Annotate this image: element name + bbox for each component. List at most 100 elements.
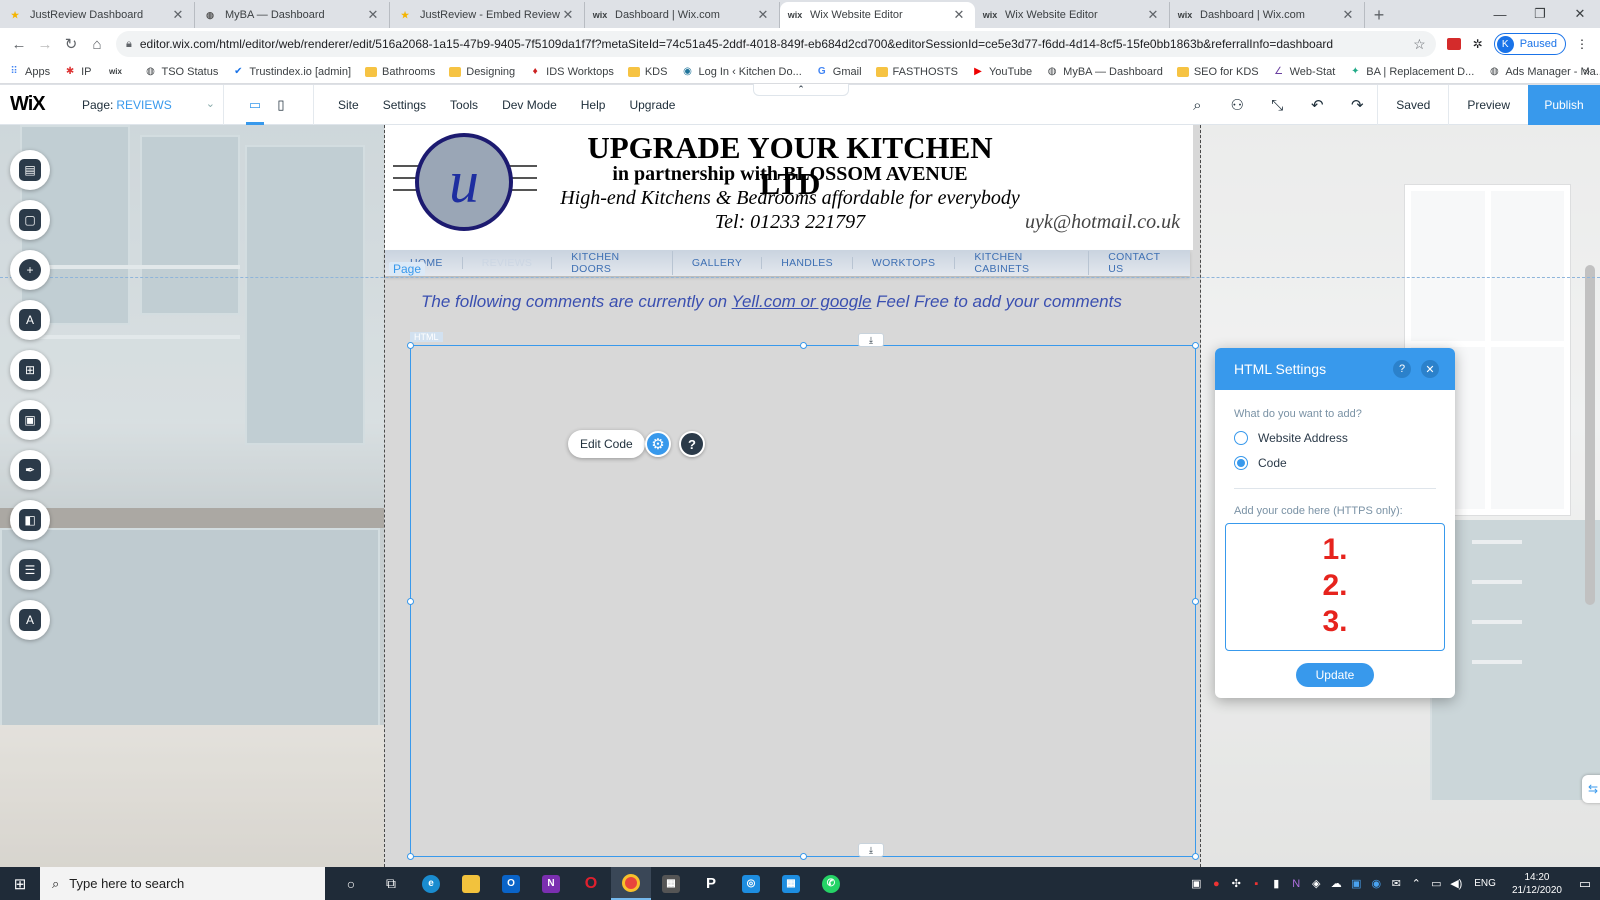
- collapse-toolbar-handle[interactable]: ⌃: [753, 84, 849, 96]
- bookmark-kds[interactable]: KDS: [627, 66, 667, 78]
- close-tab-icon[interactable]: ✕: [1145, 7, 1161, 23]
- wix-logo[interactable]: WiX: [0, 93, 64, 116]
- bookmark-trustindex[interactable]: ✔ Trustindex.io [admin]: [232, 66, 351, 78]
- yell-google-link[interactable]: Yell.com or google: [732, 292, 872, 311]
- back-arrow-icon[interactable]: ←: [6, 31, 32, 57]
- comments-intro-text[interactable]: The following comments are currently on …: [421, 292, 1201, 312]
- resize-handle[interactable]: [1192, 342, 1199, 349]
- nav-worktops[interactable]: WORKTOPS: [853, 257, 956, 269]
- help-icon[interactable]: ?: [1393, 360, 1411, 378]
- volume-icon[interactable]: ◀): [1448, 877, 1464, 890]
- calculator-icon[interactable]: ▦: [651, 867, 691, 900]
- nav-handles[interactable]: HANDLES: [762, 257, 853, 269]
- profile-button[interactable]: K Paused: [1493, 33, 1566, 55]
- site-header[interactable]: u UPGRADE YOUR KITCHEN LTD in partnershi…: [385, 125, 1193, 250]
- nav-kitchen-doors[interactable]: KITCHEN DOORS: [552, 251, 673, 275]
- resize-handle[interactable]: [407, 598, 414, 605]
- bookmark-star-icon[interactable]: ☆: [1413, 36, 1426, 53]
- opera-icon[interactable]: O: [571, 867, 611, 900]
- pages-menu-icon[interactable]: ▤: [10, 150, 50, 190]
- menu-help[interactable]: Help: [569, 98, 618, 112]
- tray-app-icon[interactable]: ✣: [1228, 877, 1244, 890]
- undo-icon[interactable]: ↶: [1297, 85, 1337, 125]
- file-explorer-icon[interactable]: [451, 867, 491, 900]
- task-view-icon[interactable]: ⧉: [371, 867, 411, 900]
- browser-tab[interactable]: wix Dashboard | Wix.com ✕: [1170, 2, 1365, 28]
- calendar-icon[interactable]: ▦: [771, 867, 811, 900]
- resize-handle[interactable]: [407, 342, 414, 349]
- tray-app-icon[interactable]: ▮: [1268, 877, 1284, 890]
- nav-gallery[interactable]: GALLERY: [673, 257, 763, 269]
- close-window-icon[interactable]: ✕: [1560, 0, 1600, 28]
- publish-button[interactable]: Publish: [1528, 85, 1600, 125]
- bookmark-tso-status[interactable]: ◍ TSO Status: [144, 66, 218, 78]
- language-indicator[interactable]: ENG: [1474, 878, 1496, 889]
- bookmark-apps[interactable]: ⠿ Apps: [8, 66, 50, 78]
- nav-contact-us[interactable]: CONTACT US: [1089, 251, 1190, 275]
- browser-tab[interactable]: ★ JustReview - Embed Reviews On ✕: [390, 2, 585, 28]
- edge-icon[interactable]: e: [411, 867, 451, 900]
- menu-site[interactable]: Site: [326, 98, 371, 112]
- stretch-anchor-icon[interactable]: ⤓: [858, 333, 884, 347]
- close-tab-icon[interactable]: ✕: [755, 7, 771, 23]
- business-tools-icon[interactable]: A: [10, 600, 50, 640]
- nav-kitchen-cabinets[interactable]: KITCHEN CABINETS: [955, 251, 1090, 275]
- notification-center-icon[interactable]: ▭: [1570, 876, 1600, 892]
- site-design-icon[interactable]: ▢: [10, 200, 50, 240]
- html-embed-element[interactable]: [410, 345, 1196, 857]
- theme-fonts-icon[interactable]: A: [10, 300, 50, 340]
- close-tab-icon[interactable]: ✕: [1340, 7, 1356, 23]
- forward-arrow-icon[interactable]: →: [32, 31, 58, 57]
- preview-button[interactable]: Preview: [1448, 85, 1528, 125]
- more-bookmarks-icon[interactable]: »: [1583, 64, 1590, 78]
- canvas-scrollbar[interactable]: [1585, 265, 1595, 605]
- tray-app-icon[interactable]: ✉: [1388, 877, 1404, 890]
- publisher-icon[interactable]: P: [691, 867, 731, 900]
- close-tab-icon[interactable]: ✕: [365, 7, 381, 23]
- bookmark-ids-worktops[interactable]: ♦ IDS Worktops: [529, 66, 614, 78]
- bookmark-fasthosts[interactable]: FASTHOSTS: [875, 66, 958, 78]
- close-tab-icon[interactable]: ✕: [170, 7, 186, 23]
- onedrive-icon[interactable]: ☁: [1328, 877, 1344, 890]
- bookmark-youtube[interactable]: ▶ YouTube: [972, 66, 1032, 78]
- help-icon[interactable]: ?: [679, 431, 705, 457]
- tray-app-icon[interactable]: ◈: [1308, 877, 1324, 890]
- tray-app-icon[interactable]: ◉: [1368, 877, 1384, 890]
- new-tab-button[interactable]: +: [1365, 2, 1393, 28]
- close-tab-icon[interactable]: ✕: [560, 7, 576, 23]
- browser-tab[interactable]: wix Dashboard | Wix.com ✕: [585, 2, 780, 28]
- settings-gear-icon[interactable]: ⚙: [645, 431, 671, 457]
- site-nav-bar[interactable]: HOME REVIEWS KITCHEN DOORS GALLERY HANDL…: [385, 250, 1190, 276]
- add-apps-icon[interactable]: ⊞: [10, 350, 50, 390]
- tray-onenote-icon[interactable]: N: [1288, 878, 1304, 890]
- whatsapp-icon[interactable]: ✆: [811, 867, 851, 900]
- bookmark-bathrooms[interactable]: Bathrooms: [365, 66, 435, 78]
- list-icon[interactable]: ☰: [10, 550, 50, 590]
- browser-menu-icon[interactable]: ⋮: [1570, 32, 1594, 56]
- bookmark-ip[interactable]: ✱ IP: [64, 66, 92, 78]
- zoom-out-icon[interactable]: ⤡: [1257, 85, 1297, 125]
- resize-handle[interactable]: [1192, 598, 1199, 605]
- search-icon[interactable]: ⌕: [1177, 85, 1217, 125]
- resize-handle[interactable]: [1192, 853, 1199, 860]
- outlook-icon[interactable]: O: [491, 867, 531, 900]
- redo-icon[interactable]: ↷: [1337, 85, 1377, 125]
- code-textarea[interactable]: 1. 2. 3.: [1225, 523, 1445, 651]
- store-bag-icon[interactable]: ◧: [10, 500, 50, 540]
- side-chat-widget-icon[interactable]: ⇆: [1582, 775, 1600, 803]
- instagram-icon[interactable]: ◎: [731, 867, 771, 900]
- menu-dev-mode[interactable]: Dev Mode: [490, 98, 569, 112]
- update-button[interactable]: Update: [1296, 663, 1374, 687]
- tray-outlook-icon[interactable]: ▣: [1348, 877, 1364, 890]
- tray-app-icon[interactable]: ▣: [1188, 877, 1204, 890]
- stretch-anchor-icon[interactable]: ⤓: [858, 843, 884, 857]
- bookmark-myba[interactable]: ◍ MyBA — Dashboard: [1046, 66, 1163, 78]
- minimize-icon[interactable]: —: [1480, 0, 1520, 28]
- nav-reviews[interactable]: REVIEWS: [463, 257, 553, 269]
- address-bar[interactable]: 🔒︎ editor.wix.com/html/editor/web/render…: [116, 31, 1436, 57]
- radio-website-address[interactable]: Website Address: [1234, 431, 1348, 445]
- chrome-icon[interactable]: [611, 867, 651, 900]
- bookmark-gmail[interactable]: G Gmail: [816, 66, 862, 78]
- close-tab-icon[interactable]: ✕: [951, 7, 967, 23]
- taskbar-clock[interactable]: 14:20 21/12/2020: [1512, 871, 1562, 897]
